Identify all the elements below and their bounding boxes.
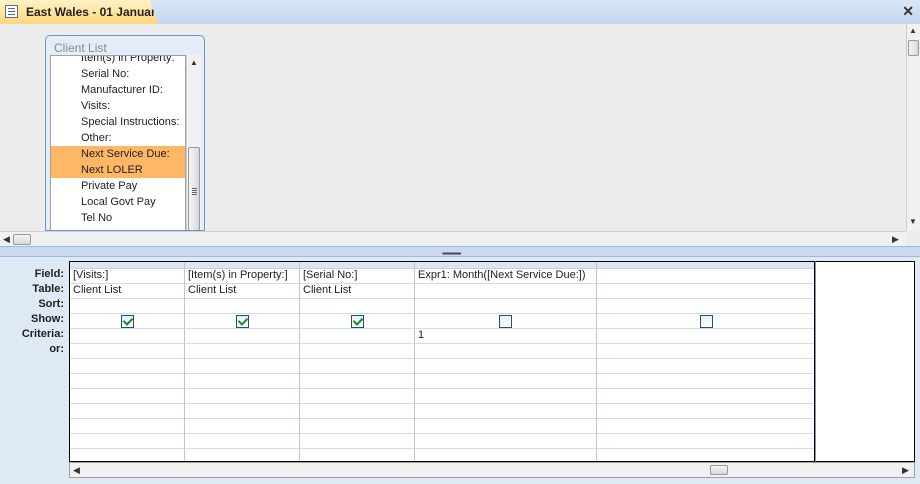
- field-list-item[interactable]: Next Service Due:: [51, 146, 185, 162]
- grid-cell-field[interactable]: [Item(s) in Property:]: [188, 269, 288, 281]
- field-list-item[interactable]: Visits:: [51, 98, 185, 114]
- design-pane-vertical-scrollbar[interactable]: ▲ ▼: [906, 24, 920, 231]
- row-label-show: Show:: [31, 313, 64, 325]
- query-icon: [5, 5, 18, 18]
- design-pane-horizontal-scrollbar[interactable]: ◀ ▶: [0, 231, 906, 246]
- row-label-criteria: Criteria:: [21, 328, 64, 340]
- scrollbar-thumb[interactable]: [908, 40, 919, 56]
- show-checkbox[interactable]: [121, 315, 134, 328]
- scrollbar-thumb[interactable]: [710, 465, 728, 475]
- column-selector[interactable]: [185, 262, 299, 269]
- row-label-sort: Sort:: [38, 298, 64, 310]
- row-label-field: Field:: [34, 268, 64, 280]
- field-list-item[interactable]: Special Instructions:: [51, 114, 185, 130]
- grid-column[interactable]: [Item(s) in Property:] Client List: [185, 262, 300, 461]
- grid-cell-table[interactable]: Client List: [73, 284, 121, 296]
- grid-column[interactable]: Expr1: Month([Next Service Due:]) 1: [415, 262, 597, 461]
- scroll-left-icon[interactable]: ◀: [73, 465, 80, 476]
- field-list-item[interactable]: Other:: [51, 130, 185, 146]
- grid-column[interactable]: [597, 262, 814, 461]
- field-list-item[interactable]: Serial No:: [51, 66, 185, 82]
- grid-cell-field[interactable]: Expr1: Month([Next Service Due:]): [418, 269, 586, 281]
- pane-splitter[interactable]: ▪▪▪▪▪▪▪▪▪▪: [0, 246, 920, 258]
- column-selector[interactable]: [300, 262, 414, 269]
- scrollbar-thumb[interactable]: [188, 147, 200, 230]
- scrollbar-thumb[interactable]: [13, 234, 31, 245]
- field-list-item[interactable]: Tel No: [51, 210, 185, 226]
- field-list-item[interactable]: Next LOLER: [51, 162, 185, 178]
- field-list-item[interactable]: Local Govt Pay: [51, 194, 185, 210]
- column-selector[interactable]: [415, 262, 596, 269]
- close-icon[interactable]: ✕: [902, 3, 914, 20]
- grid-cell-field[interactable]: [Visits:]: [73, 269, 108, 281]
- table-window-title: Client List: [54, 41, 107, 55]
- field-list: Item(s) in Property: Serial No: Manufactur…: [50, 55, 186, 230]
- scroll-left-icon[interactable]: ◀: [3, 234, 10, 245]
- scroll-right-icon[interactable]: ▶: [902, 465, 909, 476]
- grid-empty-area: [815, 261, 915, 462]
- document-tab-bar: East Wales - 01 January ✕: [0, 0, 920, 25]
- scroll-right-icon[interactable]: ▶: [892, 234, 899, 245]
- show-checkbox[interactable]: [499, 315, 512, 328]
- scroll-up-icon[interactable]: ▲: [909, 26, 917, 35]
- grid-horizontal-scrollbar[interactable]: ◀ ▶: [69, 462, 915, 478]
- grid-cell-table[interactable]: Client List: [303, 284, 351, 296]
- field-list-item[interactable]: Private Pay: [51, 178, 185, 194]
- row-label-or: or:: [49, 343, 64, 355]
- field-list-item[interactable]: Manufacturer ID:: [51, 82, 185, 98]
- query-design-grid[interactable]: [Visits:] Client List [Item(s) in Property…: [69, 261, 815, 462]
- grid-cell-table[interactable]: Client List: [188, 284, 236, 296]
- grid-column[interactable]: [Visits:] Client List: [70, 262, 185, 461]
- grid-column[interactable]: [Serial No:] Client List: [300, 262, 415, 461]
- grid-cell-criteria[interactable]: 1: [418, 329, 424, 341]
- row-label-table: Table:: [32, 283, 64, 295]
- document-tab-title: East Wales - 01 January: [26, 5, 163, 19]
- column-selector[interactable]: [70, 262, 184, 269]
- grid-cell-field[interactable]: [Serial No:]: [303, 269, 357, 281]
- show-checkbox[interactable]: [700, 315, 713, 328]
- column-selector[interactable]: [597, 262, 814, 269]
- document-tab[interactable]: East Wales - 01 January: [0, 0, 163, 24]
- scrollbar-corner: [906, 231, 920, 246]
- scroll-up-icon[interactable]: ▲: [190, 58, 198, 67]
- show-checkbox[interactable]: [351, 315, 364, 328]
- show-checkbox[interactable]: [236, 315, 249, 328]
- scroll-down-icon[interactable]: ▼: [909, 217, 917, 226]
- field-list-scrollbar[interactable]: ▲: [186, 55, 201, 230]
- field-list-item[interactable]: Item(s) in Property:: [51, 56, 185, 66]
- client-list-table-window[interactable]: Client List Item(s) in Property: Serial N…: [45, 35, 205, 231]
